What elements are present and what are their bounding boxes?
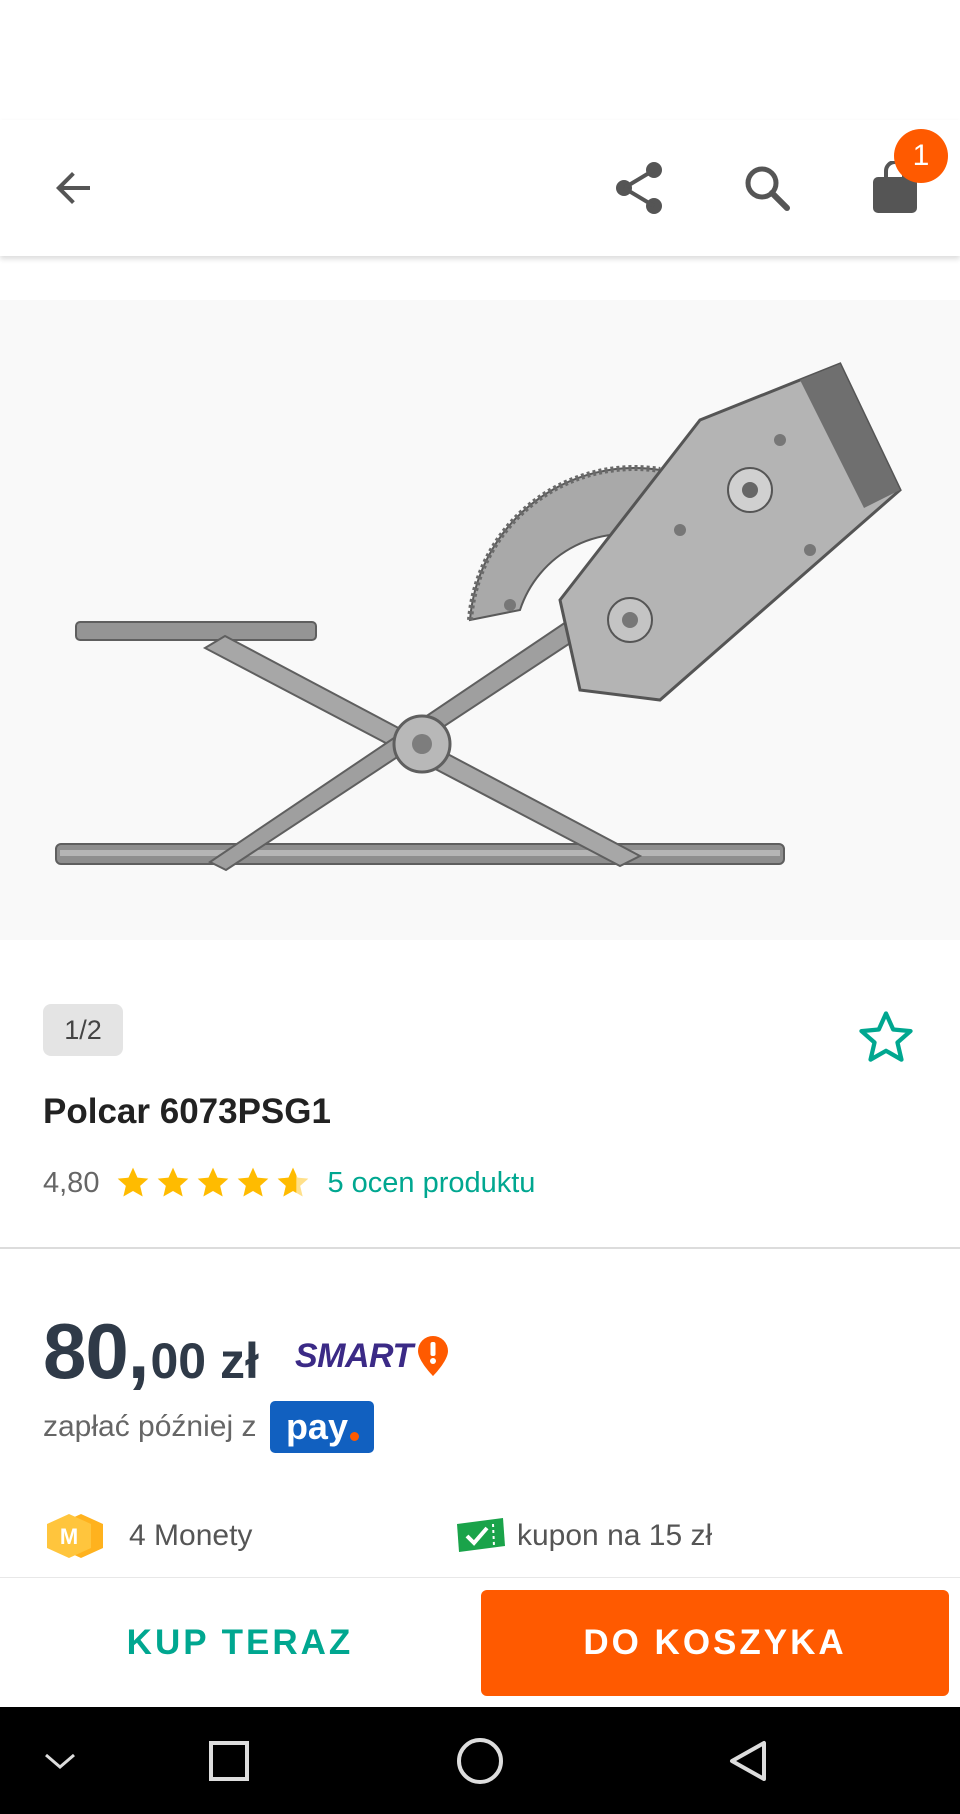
share-button[interactable] bbox=[598, 146, 682, 230]
star-full-icon bbox=[198, 1167, 229, 1197]
nav-hide-keyboard-button[interactable] bbox=[20, 1721, 100, 1801]
rating-stars bbox=[113, 1163, 313, 1203]
smart-pin-icon bbox=[417, 1336, 448, 1376]
nav-recents-button[interactable] bbox=[189, 1721, 269, 1801]
back-arrow-icon bbox=[56, 172, 90, 204]
coupon-icon bbox=[457, 1518, 505, 1552]
pay-logo: pay bbox=[270, 1401, 375, 1453]
square-icon bbox=[209, 1741, 249, 1781]
product-title: Polcar 6073PSG1 bbox=[43, 1092, 331, 1131]
search-button[interactable] bbox=[725, 146, 809, 230]
add-to-cart-button[interactable]: DO KOSZYKA bbox=[481, 1590, 949, 1696]
section-divider bbox=[0, 1247, 960, 1249]
top-toolbar bbox=[0, 120, 960, 256]
coins-text: 4 Monety bbox=[129, 1519, 253, 1552]
coins-icon: M bbox=[47, 1514, 103, 1558]
product-image bbox=[0, 300, 960, 940]
favorite-button[interactable] bbox=[848, 1000, 924, 1076]
price-main: 80, bbox=[43, 1307, 149, 1395]
smart-badge: SMART bbox=[295, 1334, 451, 1378]
pay-dot bbox=[349, 1431, 359, 1441]
pay-later-row[interactable]: zapłać później z pay bbox=[43, 1401, 375, 1453]
coupon-text: kupon na 15 zł bbox=[517, 1519, 713, 1552]
system-navigation-bar bbox=[0, 1707, 960, 1814]
ratings-count-link[interactable]: 5 ocen produktu bbox=[327, 1167, 535, 1200]
circle-icon bbox=[457, 1738, 503, 1784]
coins-perk[interactable]: M 4 Monety bbox=[43, 1508, 252, 1564]
svg-text:M: M bbox=[60, 1524, 78, 1549]
star-full-icon bbox=[158, 1167, 189, 1197]
rating-row: 4,80 5 ocen produktu bbox=[43, 1162, 535, 1204]
product-image-gallery[interactable] bbox=[0, 300, 960, 940]
rating-value: 4,80 bbox=[43, 1166, 100, 1199]
price-decimals-currency: 00 zł bbox=[150, 1333, 259, 1389]
star-outline-icon bbox=[859, 1011, 913, 1062]
smart-label: SMART bbox=[295, 1336, 413, 1375]
chevron-down-icon bbox=[45, 1753, 75, 1769]
pay-logo-text: pay bbox=[285, 1406, 348, 1447]
price: 80, 00 zł bbox=[43, 1306, 259, 1395]
share-icon bbox=[616, 162, 662, 214]
star-full-icon bbox=[238, 1167, 269, 1197]
triangle-back-icon bbox=[730, 1741, 766, 1781]
back-button[interactable] bbox=[32, 146, 116, 230]
coupon-perk[interactable]: kupon na 15 zł bbox=[453, 1508, 712, 1564]
cart-count-badge: 1 bbox=[894, 129, 948, 183]
buy-now-button[interactable]: KUP TERAZ bbox=[0, 1590, 480, 1696]
nav-home-button[interactable] bbox=[440, 1721, 520, 1801]
search-icon bbox=[745, 166, 790, 211]
bottom-action-bar: KUP TERAZ DO KOSZYKA bbox=[0, 1577, 960, 1707]
star-partial-icon bbox=[278, 1167, 309, 1197]
status-bar-area bbox=[0, 0, 960, 120]
star-full-icon bbox=[118, 1167, 149, 1197]
pay-later-text: zapłać później z bbox=[43, 1410, 257, 1443]
image-counter: 1/2 bbox=[43, 1004, 123, 1056]
perks-row: M 4 Monety kupon na 15 zł bbox=[43, 1508, 933, 1564]
nav-back-button[interactable] bbox=[708, 1721, 788, 1801]
